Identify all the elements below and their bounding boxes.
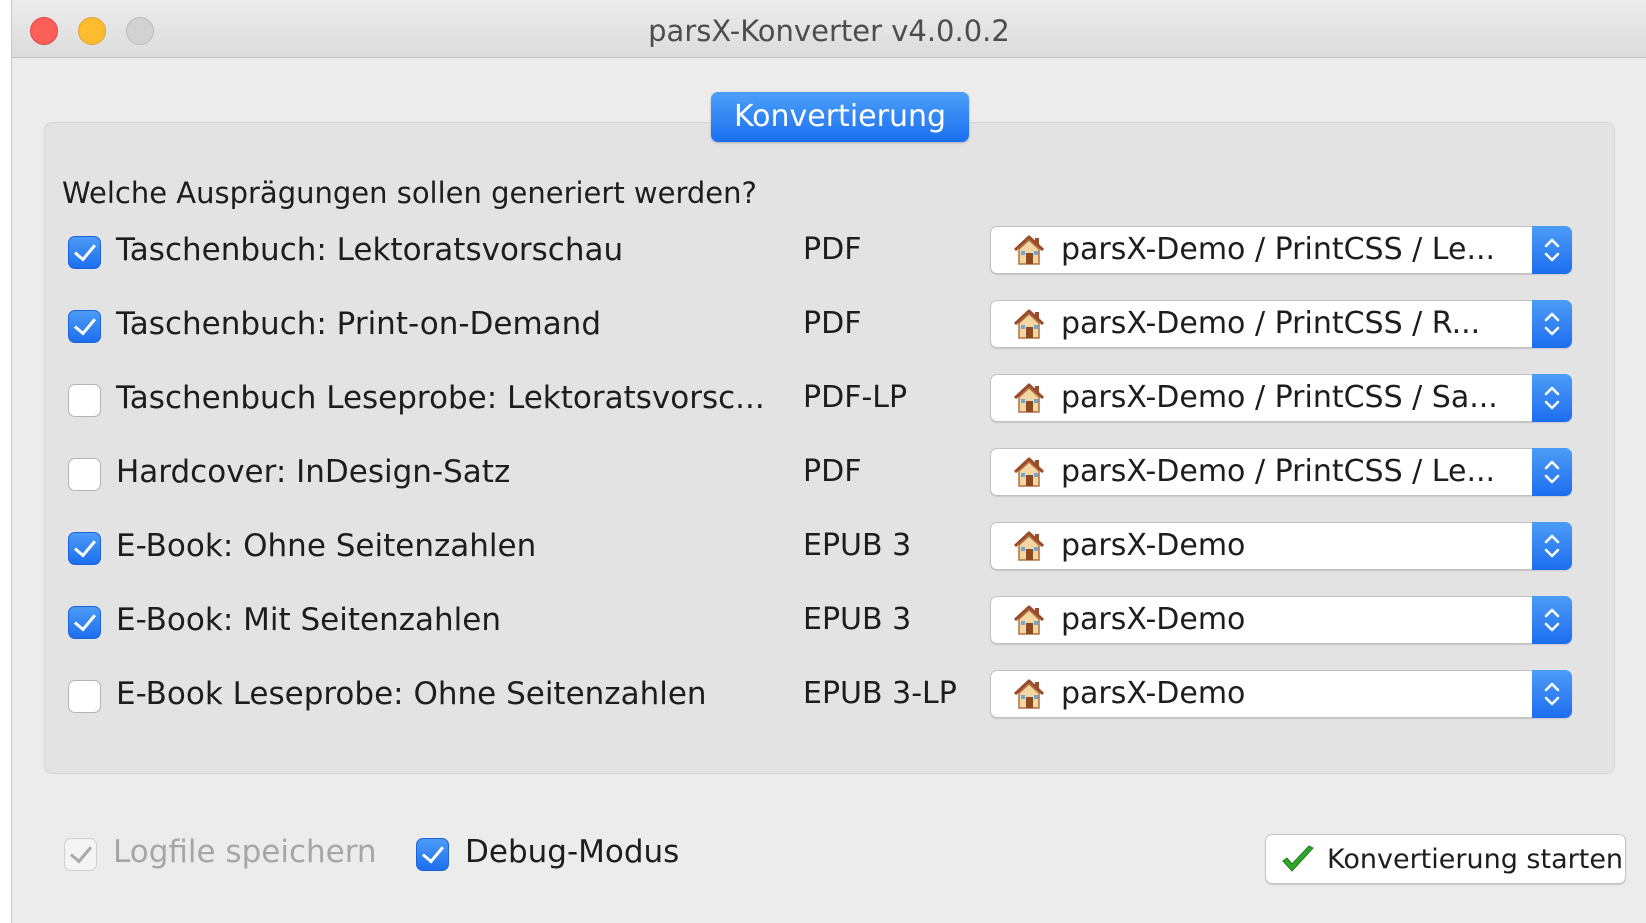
output-checkbox[interactable] [68, 384, 101, 417]
output-label[interactable]: E-Book Leseprobe: Ohne Seitenzahlen [116, 676, 707, 712]
output-row: E-Book: Mit Seitenzahlen EPUB 3 parsX-Demo [0, 596, 1646, 648]
house-icon [1012, 382, 1046, 414]
output-row: Taschenbuch: Lektoratsvorschau PDF parsX-D… [0, 226, 1646, 278]
chevron-updown-icon[interactable] [1532, 374, 1572, 422]
profile-select[interactable]: parsX-Demo / PrintCSS / R... [990, 300, 1572, 348]
output-format: EPUB 3-LP [803, 676, 957, 711]
output-label[interactable]: Hardcover: InDesign-Satz [116, 454, 510, 490]
chevron-updown-icon[interactable] [1532, 596, 1572, 644]
debug-mode-checkbox[interactable] [416, 838, 449, 871]
profile-select[interactable]: parsX-Demo / PrintCSS / Sa... [990, 374, 1572, 422]
output-checkbox[interactable] [68, 532, 101, 565]
profile-select[interactable]: parsX-Demo / PrintCSS / Le... [990, 226, 1572, 274]
logfile-checkbox [64, 838, 97, 871]
profile-select-value: parsX-Demo [1061, 676, 1246, 711]
logfile-label: Logfile speichern [113, 834, 377, 870]
profile-select-value: parsX-Demo / PrintCSS / Le... [1061, 454, 1496, 489]
output-label[interactable]: Taschenbuch: Lektoratsvorschau [116, 232, 623, 268]
profile-select[interactable]: parsX-Demo [990, 670, 1572, 718]
chevron-updown-icon[interactable] [1532, 522, 1572, 570]
window-title: parsX-Konverter v4.0.0.2 [648, 14, 1010, 48]
chevron-updown-icon[interactable] [1532, 300, 1572, 348]
house-icon [1012, 530, 1046, 562]
output-format: EPUB 3 [803, 528, 912, 563]
green-checkmark-icon [1282, 845, 1314, 872]
output-label[interactable]: E-Book: Ohne Seitenzahlen [116, 528, 536, 564]
output-row: E-Book Leseprobe: Ohne Seitenzahlen EPUB … [0, 670, 1646, 722]
output-row: Taschenbuch Leseprobe: Lektoratsvorsc...… [0, 374, 1646, 426]
chevron-updown-icon[interactable] [1532, 226, 1572, 274]
output-format: PDF [803, 306, 862, 341]
profile-select[interactable]: parsX-Demo [990, 522, 1572, 570]
output-row: E-Book: Ohne Seitenzahlen EPUB 3 parsX-Dem… [0, 522, 1646, 574]
start-conversion-label: Konvertierung starten [1327, 844, 1624, 875]
output-checkbox[interactable] [68, 458, 101, 491]
house-icon [1012, 678, 1046, 710]
profile-select-value: parsX-Demo / PrintCSS / Sa... [1061, 380, 1498, 415]
house-icon [1012, 234, 1046, 266]
debug-mode-label[interactable]: Debug-Modus [465, 834, 679, 870]
profile-select[interactable]: parsX-Demo [990, 596, 1572, 644]
output-format: PDF-LP [803, 380, 908, 415]
house-icon [1012, 308, 1046, 340]
output-row: Hardcover: InDesign-Satz PDF parsX-Demo / … [0, 448, 1646, 500]
profile-select-value: parsX-Demo / PrintCSS / R... [1061, 306, 1481, 341]
profile-select-value: parsX-Demo / PrintCSS / Le... [1061, 232, 1496, 267]
output-checkbox[interactable] [68, 680, 101, 713]
chevron-updown-icon[interactable] [1532, 448, 1572, 496]
output-format: EPUB 3 [803, 602, 912, 637]
output-format: PDF [803, 232, 862, 267]
house-icon [1012, 456, 1046, 488]
question-label: Welche Ausprägungen sollen generiert wer… [62, 176, 757, 210]
output-checkbox[interactable] [68, 606, 101, 639]
profile-select[interactable]: parsX-Demo / PrintCSS / Le... [990, 448, 1572, 496]
output-checkbox[interactable] [68, 236, 101, 269]
profile-select-value: parsX-Demo [1061, 602, 1246, 637]
house-icon [1012, 604, 1046, 636]
output-row: Taschenbuch: Print-on-Demand PDF parsX-Dem… [0, 300, 1646, 352]
output-checkbox[interactable] [68, 310, 101, 343]
profile-select-value: parsX-Demo [1061, 528, 1246, 563]
output-format: PDF [803, 454, 862, 489]
chevron-updown-icon[interactable] [1532, 670, 1572, 718]
output-label[interactable]: E-Book: Mit Seitenzahlen [116, 602, 501, 638]
start-conversion-button[interactable]: Konvertierung starten [1265, 834, 1626, 884]
output-label[interactable]: Taschenbuch: Print-on-Demand [116, 306, 601, 342]
output-label[interactable]: Taschenbuch Leseprobe: Lektoratsvorsc... [116, 380, 765, 416]
title-bar[interactable]: parsX-Konverter v4.0.0.2 [12, 0, 1646, 58]
tab-konvertierung[interactable]: Konvertierung [711, 92, 969, 142]
